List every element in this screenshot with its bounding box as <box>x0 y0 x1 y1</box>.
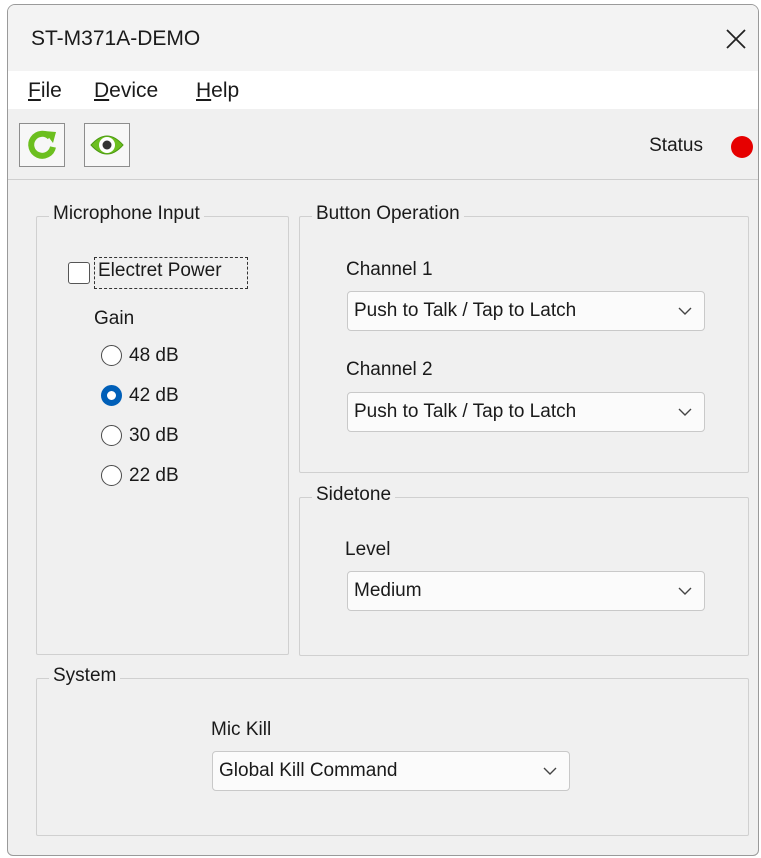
sidetone-level-value: Medium <box>354 580 422 601</box>
title-bar: ST-M371A-DEMO <box>8 5 758 71</box>
menu-file[interactable]: File <box>28 79 62 103</box>
refresh-icon <box>28 130 56 159</box>
channel1-select[interactable]: Push to Talk / Tap to Latch <box>347 291 705 331</box>
menu-bar: File Device Help <box>8 71 758 109</box>
gain-22-radio[interactable] <box>101 465 122 486</box>
app-window: ST-M371A-DEMO File Device Help Status Mi… <box>7 4 759 856</box>
button-operation-title: Button Operation <box>312 203 464 225</box>
mic-kill-select[interactable]: Global Kill Command <box>212 751 570 791</box>
electret-power-checkbox[interactable] <box>68 262 90 284</box>
close-button[interactable] <box>716 19 756 59</box>
microphone-input-title: Microphone Input <box>49 203 204 225</box>
chevron-down-icon <box>678 307 692 315</box>
gain-30-label[interactable]: 30 dB <box>129 425 179 447</box>
menu-help[interactable]: Help <box>196 79 239 103</box>
button-operation-group: Button Operation Channel 1 Push to Talk … <box>299 203 749 473</box>
system-group: System Mic Kill Global Kill Command <box>36 665 749 836</box>
microphone-input-group: Microphone Input Electret Power Gain 48 … <box>36 203 289 655</box>
toolbar: Status <box>8 109 758 180</box>
status-label: Status <box>649 135 703 156</box>
gain-label: Gain <box>94 308 135 329</box>
close-icon <box>726 29 746 49</box>
gain-48-label[interactable]: 48 dB <box>129 345 179 367</box>
status-indicator <box>731 136 753 158</box>
gain-22-label[interactable]: 22 dB <box>129 465 179 487</box>
channel1-value: Push to Talk / Tap to Latch <box>354 300 577 321</box>
view-button[interactable] <box>84 123 130 167</box>
gain-30-radio[interactable] <box>101 425 122 446</box>
channel2-value: Push to Talk / Tap to Latch <box>354 401 577 422</box>
mic-kill-value: Global Kill Command <box>219 760 398 781</box>
chevron-down-icon <box>678 408 692 416</box>
level-label: Level <box>345 539 391 560</box>
mic-kill-label: Mic Kill <box>211 719 272 740</box>
gain-48-radio[interactable] <box>101 345 122 366</box>
chevron-down-icon <box>543 767 557 775</box>
eye-icon <box>90 135 124 155</box>
channel1-label: Channel 1 <box>346 259 433 280</box>
refresh-button[interactable] <box>19 123 65 167</box>
gain-42-label[interactable]: 42 dB <box>129 385 179 407</box>
chevron-down-icon <box>678 587 692 595</box>
sidetone-group: Sidetone Level Medium <box>299 484 749 656</box>
menu-device[interactable]: Device <box>94 79 158 103</box>
sidetone-level-select[interactable]: Medium <box>347 571 705 611</box>
window-title: ST-M371A-DEMO <box>31 27 201 50</box>
channel2-label: Channel 2 <box>346 359 433 380</box>
system-title: System <box>49 665 121 687</box>
electret-power-label[interactable]: Electret Power <box>98 260 222 282</box>
gain-42-radio[interactable] <box>101 385 122 406</box>
sidetone-title: Sidetone <box>312 484 396 506</box>
channel2-select[interactable]: Push to Talk / Tap to Latch <box>347 392 705 432</box>
